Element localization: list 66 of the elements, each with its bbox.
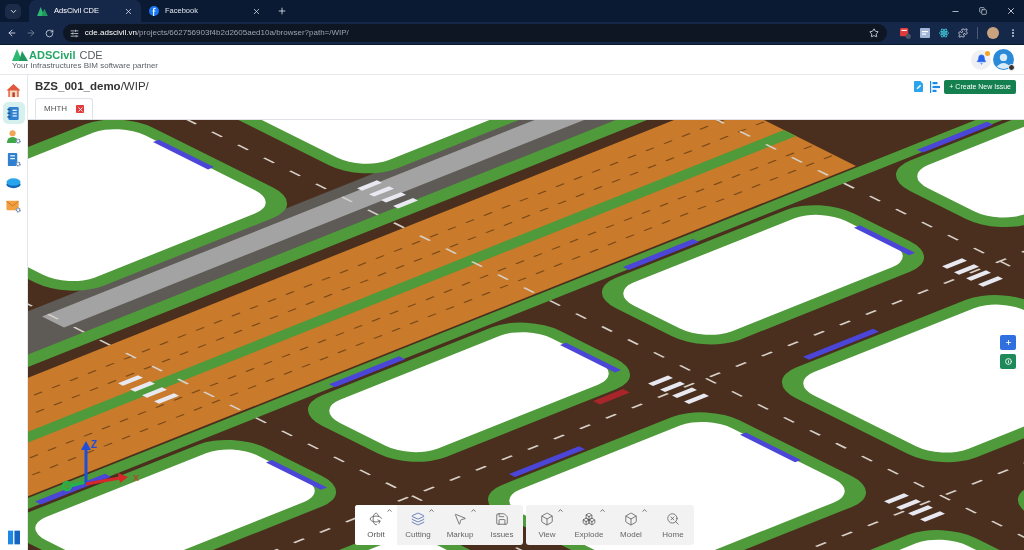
address-bar[interactable]: cde.adscivil.vn/projects/662756903f4b2d2605aed10a/browser?path=/WIP/ [62,24,887,42]
caret-icon[interactable] [470,507,477,514]
user-avatar[interactable] [993,49,1014,70]
close-icon[interactable] [252,6,261,16]
close-icon[interactable] [124,6,133,16]
triangle-logo-icon [37,6,48,16]
logo-tagline: Your Infrastructures BIM software partner [12,61,158,70]
search-x-icon [666,511,680,526]
triangles-logo-icon [12,49,28,61]
z-axis-arrow [81,441,91,484]
axis-label: Z [91,439,98,450]
zoom-in-button[interactable] [1000,335,1016,350]
bell-icon [975,54,987,65]
close-tab-icon[interactable] [76,105,85,113]
boxes-icon [582,511,596,526]
toolbar-button[interactable]: Explode [568,505,610,545]
toolbar-button[interactable]: Issues [481,505,523,545]
new-tab-icon[interactable] [277,6,287,16]
document-edit-icon[interactable] [914,81,924,92]
puzzle-icon[interactable] [958,28,968,38]
site-info-icon[interactable] [69,28,79,38]
cube-icon [540,511,554,526]
panel-columns-icon[interactable] [7,530,20,545]
toolbar-button[interactable]: Model [610,505,652,545]
info-icon [1004,358,1012,365]
caret-icon[interactable] [428,507,435,514]
toolbar-button[interactable]: Markup [439,505,481,545]
caret-icon[interactable] [599,507,606,514]
caret-icon[interactable] [641,507,648,514]
notifications-button[interactable] [971,49,991,70]
caret-icon[interactable] [557,507,564,514]
profile-avatar[interactable] [987,27,999,39]
plus-icon [1004,339,1012,346]
axis-label: X [133,473,139,483]
cube-icon [624,511,638,526]
round-favicon-icon [149,6,159,16]
caret-icon[interactable] [386,507,393,514]
product-name: CDE [79,49,103,61]
timeline-icon[interactable] [930,80,941,93]
user-gear-icon [6,128,21,144]
toolbar-button[interactable]: Cutting [397,505,439,545]
info-button[interactable] [1000,354,1016,369]
book-gear-icon [6,151,21,167]
close-icon[interactable] [1006,6,1016,16]
notebook-icon [6,105,21,121]
toolbar-button[interactable]: Home [652,505,694,545]
toolbar-button[interactable]: View [526,505,568,545]
toolbar-button[interactable]: Orbit [355,505,397,545]
url-text: cde.adscivil.vn/projects/662756903f4b2d2605aed10a/browser?path=/WIP/ [84,27,349,39]
forward-icon[interactable] [25,28,36,38]
home-icon [6,82,21,98]
x-axis-arrow [85,473,128,486]
reload-icon[interactable] [44,28,54,38]
back-icon[interactable] [7,28,17,38]
page-title: BZS_001_demo/WIP/ [35,78,149,94]
star-icon[interactable] [869,28,879,38]
layers-icon [411,511,425,526]
atom-icon[interactable] [939,28,949,38]
extension-icon[interactable] [900,27,911,39]
brand-name: ADSCivil [29,49,76,61]
file-tab[interactable]: MHTH [35,98,94,119]
restore-icon[interactable] [979,7,987,15]
rotate-3d-icon [369,511,383,526]
y-axis-arrow [61,480,87,492]
pointer-icon [453,511,467,526]
sidebar-item[interactable] [2,102,25,124]
